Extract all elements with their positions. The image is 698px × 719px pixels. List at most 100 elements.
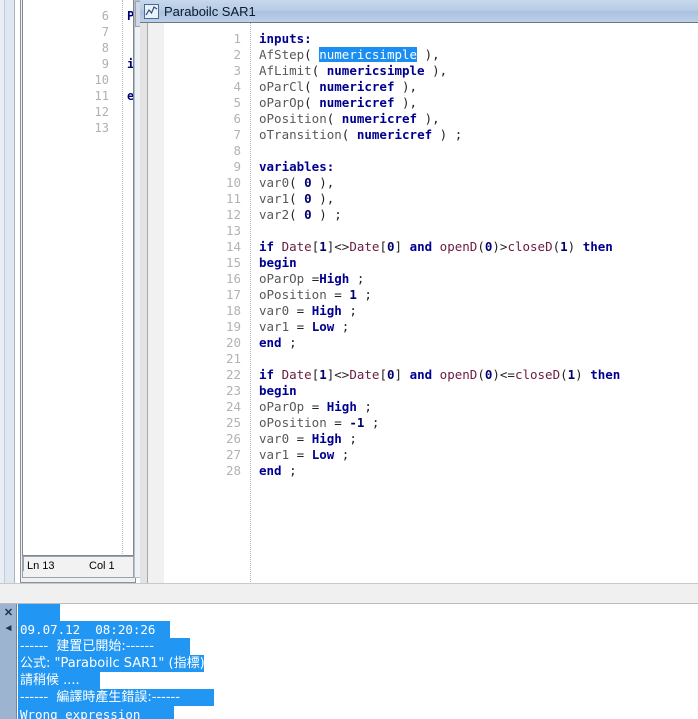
code-token: 0 [386,367,395,382]
line-text: if [127,57,134,71]
panel-splitter[interactable] [0,583,698,604]
code-token: -1 [349,415,365,430]
code-token: begin [259,383,297,398]
code-token: var0 [259,175,290,190]
line-number: 6 [101,9,109,23]
line-text: if Date[1]<>Date[0] and openD(0)>closeD(… [259,239,613,255]
line-number: 21 [225,351,241,366]
line-text: end ; [259,335,297,351]
code-token: Low [311,447,335,462]
build-output-line[interactable]: 公式: "Paraboilc SAR1" (指標) [18,655,205,672]
line-text: oPosition = -1 ; [259,415,379,431]
code-token: ; [349,271,365,286]
parent-status-bar: Ln 13 Col 1 [22,556,134,578]
line-text: var0 = High ; [259,431,357,447]
code-token: ( [560,367,568,382]
code-token: ) ; [311,207,342,222]
code-token: openD [439,239,478,254]
line-number: 26 [225,431,241,446]
code-token: )<= [492,367,515,382]
build-output-line[interactable] [18,604,60,621]
code-line: 26 var0 = High ; [149,431,698,447]
code-token: 0 [304,191,312,206]
code-token: var0 [259,303,297,318]
line-number: 14 [225,239,241,254]
line-text: Plo [127,9,134,23]
line-number: 28 [225,463,241,478]
code-token: ] [394,239,410,254]
code-token: ), [417,47,440,62]
code-token: numericref [319,79,395,94]
build-output-line[interactable]: Wrong expression [18,706,174,719]
code-token: ; [334,447,350,462]
line-text: oParCl( numericref ), [259,79,417,95]
close-icon[interactable]: ✕ [2,607,15,620]
code-line: 23 begin [149,383,698,399]
code-line: 8 [149,143,698,159]
code-token: end [259,335,282,350]
code-line: 5 oParOp( numericref ), [149,95,698,111]
parent-code-line: 11 els [23,88,133,104]
code-line: 13 [149,223,698,239]
build-output-line[interactable]: 請稍候 .... [18,672,100,689]
line-text: oParOp( numericref ), [259,95,417,111]
code-token: var1 [259,447,297,462]
code-token: then [582,239,613,254]
code-token: High [311,431,342,446]
code-token: and [409,239,440,254]
code-token: = [296,431,312,446]
chevron-left-icon[interactable]: ◄ [2,622,15,635]
code-line: 11 var1( 0 ), [149,191,698,207]
line-number: 3 [233,63,241,78]
code-token: numericref [356,127,433,142]
code-token: = [311,399,327,414]
code-token: 0 [304,175,312,190]
code-line: 16 oParOp =High ; [149,271,698,287]
window-left-rail-secondary [5,0,15,583]
line-text: begin [259,383,297,399]
code-token: if [259,367,282,382]
line-text: begin [259,255,297,271]
line-text: var1 = Low ; [259,447,349,463]
code-token: [ [379,239,387,254]
code-token: begin [259,255,297,270]
build-output-line[interactable]: 09.07.12 08:20:26 [18,621,170,638]
parent-code-line: 9 if [23,56,134,72]
code-token: Date [349,239,380,254]
code-token: ; [356,287,372,302]
line-number: 23 [225,383,241,398]
code-token: and [409,367,440,382]
build-output-line[interactable]: ------ 建置已開始:------ [18,638,190,655]
line-number: 18 [225,303,241,318]
line-number: 16 [225,271,241,286]
code-window-titlebar[interactable]: Paraboilc SAR1 [140,0,698,23]
line-text: oParOp =High ; [259,271,364,287]
build-output-line[interactable]: ------ 編譯時產生錯誤:------ [18,689,214,706]
line-number: 10 [225,175,241,190]
line-number: 10 [94,73,109,87]
code-text-area[interactable]: 1 inputs: 2 AfStep( numericsimple ), 3 AfLimi… [149,23,698,586]
code-token: ; [356,399,372,414]
code-line: 27 var1 = Low ; [149,447,698,463]
code-token: Low [311,319,335,334]
line-text: if Date[1]<>Date[0] and openD(0)<=closeD… [259,367,620,383]
code-editor-window[interactable]: Paraboilc SAR1 1 inputs: 2 AfStep( numerics… [140,0,698,587]
line-number: 13 [225,223,241,238]
code-token: ; [341,431,357,446]
line-number: 9 [101,57,109,71]
code-token: ( [326,111,342,126]
code-line: 1 inputs: [149,31,698,47]
build-output-panel: ✕ ◄ 09.07.12 08:20:26 ------ 建置已開始:------… [0,604,698,719]
code-token: = [296,319,312,334]
parent-editor-surface[interactable]: 6 Plo 7 8 9 if 10 11 els 12 13 [22,0,134,556]
code-token: oParOp [259,271,312,286]
code-line: 2 AfStep( numericsimple ), [149,47,698,63]
code-window-left-band [140,23,148,587]
code-token: ( [289,191,305,206]
code-line: 24 oParOp = High ; [149,399,698,415]
code-token: = [296,303,312,318]
build-output-list[interactable]: 09.07.12 08:20:26 ------ 建置已開始:------ 公式: … [18,604,698,719]
line-number: 27 [225,447,241,462]
code-token: ), [424,63,448,78]
code-token: AfLimit [259,63,312,78]
